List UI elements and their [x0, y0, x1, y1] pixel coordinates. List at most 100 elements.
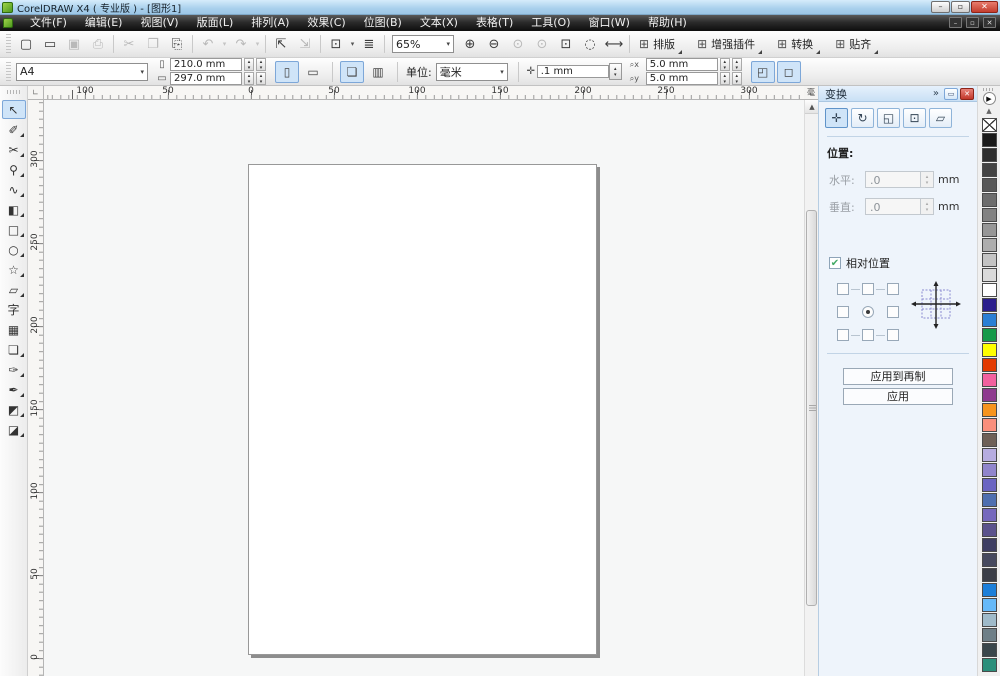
width-spinner-fine[interactable]: ▴▾	[256, 58, 266, 71]
facing-pages-button[interactable]: ▥	[366, 61, 390, 83]
zoom-tool[interactable]: ⚲	[2, 160, 26, 179]
color-swatch[interactable]	[982, 178, 997, 192]
anchor-top-right[interactable]	[887, 283, 899, 295]
vertical-scrollbar[interactable]: ▲	[804, 100, 818, 676]
zoom-to-width-icon[interactable]: ◌	[578, 33, 602, 55]
zoom-to-page-icon[interactable]: ⊡	[554, 33, 578, 55]
color-swatch[interactable]	[982, 568, 997, 582]
color-swatch[interactable]	[982, 208, 997, 222]
zoom-to-height-icon[interactable]: ⟷	[602, 33, 626, 55]
drawing-canvas[interactable]	[44, 100, 804, 676]
table-tool[interactable]: ▦	[2, 320, 26, 339]
cut-icon[interactable]: ✂	[117, 33, 141, 55]
scrollbar-thumb[interactable]	[806, 210, 817, 606]
duplicate-x-input[interactable]	[646, 58, 718, 71]
dup-y-spinner[interactable]: ▴▾	[720, 72, 730, 85]
restore-button[interactable]: ▫	[951, 1, 970, 13]
menu-item[interactable]: 位图(B)	[355, 15, 411, 31]
import-icon[interactable]: ⇱	[269, 33, 293, 55]
menu-item[interactable]: 表格(T)	[467, 15, 522, 31]
zoom-level-combo[interactable]: 65% ▾	[392, 35, 454, 53]
color-swatch[interactable]	[982, 343, 997, 357]
app-launcher-icon[interactable]: ⊡	[324, 33, 348, 55]
rotate-tab[interactable]: ↻	[851, 108, 874, 128]
redo-icon[interactable]: ↷	[229, 33, 253, 55]
shape-tool[interactable]: ✐	[2, 120, 26, 139]
menu-item[interactable]: 文件(F)	[21, 15, 76, 31]
zoom-to-all-icon[interactable]: ⊙	[530, 33, 554, 55]
blend-tool[interactable]: ❏	[2, 340, 26, 359]
color-swatch[interactable]	[982, 463, 997, 477]
color-swatch[interactable]	[982, 553, 997, 567]
separator[interactable]	[320, 35, 321, 53]
height-spinner[interactable]: ▴▾	[244, 72, 254, 85]
color-swatch[interactable]	[982, 538, 997, 552]
zoom-to-selection-icon[interactable]: ⊙	[506, 33, 530, 55]
plugins-button[interactable]: ⊞ 增强插件	[691, 33, 763, 55]
color-swatch[interactable]	[982, 328, 997, 342]
launcher-caret-icon[interactable]: ▾	[348, 33, 357, 55]
color-swatch[interactable]	[982, 223, 997, 237]
vertical-ruler[interactable]: 300250200150100500	[28, 100, 44, 676]
undo-caret-icon[interactable]: ▾	[220, 33, 229, 55]
color-swatch[interactable]	[982, 268, 997, 282]
menu-item[interactable]: 工具(O)	[522, 15, 579, 31]
smart-fill-tool[interactable]: ◧	[2, 200, 26, 219]
docker-collapse-icon[interactable]: »	[933, 88, 939, 99]
save-icon[interactable]: ▣	[62, 33, 86, 55]
no-color-swatch[interactable]	[982, 118, 997, 132]
color-swatch[interactable]	[982, 403, 997, 417]
units-combo[interactable]: 毫米 ▾	[436, 63, 508, 81]
apply-to-duplicate-button[interactable]: 应用到再制	[843, 368, 953, 385]
color-swatch[interactable]	[982, 658, 997, 672]
color-swatch[interactable]	[982, 238, 997, 252]
color-swatch[interactable]	[982, 358, 997, 372]
menu-item[interactable]: 窗口(W)	[580, 15, 639, 31]
skew-tab[interactable]: ▱	[929, 108, 952, 128]
eyedropper-tool[interactable]: ✑	[2, 360, 26, 379]
palette-scroll-up-button[interactable]: ▲	[983, 107, 996, 117]
minimize-button[interactable]: –	[931, 1, 950, 13]
redo-caret-icon[interactable]: ▾	[253, 33, 262, 55]
options-icon[interactable]: ≣	[357, 33, 381, 55]
color-swatch[interactable]	[982, 298, 997, 312]
layout-button[interactable]: ⊞ 排版	[633, 33, 683, 55]
horizontal-spinner[interactable]: ▴▾	[921, 171, 934, 188]
scale-mirror-tab[interactable]: ◱	[877, 108, 900, 128]
color-swatch[interactable]	[982, 133, 997, 147]
menu-item[interactable]: 帮助(H)	[639, 15, 696, 31]
snap-button[interactable]: ⊞ 贴齐	[829, 33, 879, 55]
width-spinner[interactable]: ▴▾	[244, 58, 254, 71]
dup-y-spinner-fine[interactable]: ▴▾	[732, 72, 742, 85]
color-swatch[interactable]	[982, 643, 997, 657]
separator[interactable]	[629, 35, 630, 53]
color-swatch[interactable]	[982, 583, 997, 597]
menu-item[interactable]: 编辑(E)	[76, 15, 132, 31]
horizontal-ruler[interactable]: 10050050100150200250300	[44, 86, 804, 100]
color-swatch[interactable]	[982, 373, 997, 387]
ellipse-tool[interactable]: ○	[2, 240, 26, 259]
doc-close-button[interactable]: ✕	[983, 17, 996, 28]
separator[interactable]	[192, 35, 193, 53]
apply-button[interactable]: 应用	[843, 388, 953, 405]
separator[interactable]	[113, 35, 114, 53]
docker-close-button[interactable]: ✕	[960, 88, 974, 100]
ruler-origin-icon[interactable]: ∟	[28, 86, 44, 100]
anchor-top-center[interactable]	[862, 283, 874, 295]
bounding-box-button[interactable]: ◻	[777, 61, 801, 83]
color-swatch[interactable]	[982, 598, 997, 612]
anchor-bottom-right[interactable]	[887, 329, 899, 341]
basic-shapes-tool[interactable]: ▱	[2, 280, 26, 299]
page-height-input[interactable]	[170, 72, 242, 85]
treat-as-filled-button[interactable]: ◰	[751, 61, 775, 83]
toolbar-grip[interactable]	[6, 34, 11, 54]
export-icon[interactable]: ⇲	[293, 33, 317, 55]
portrait-button[interactable]: ▯	[275, 61, 299, 83]
page-width-input[interactable]	[170, 58, 242, 71]
rectangle-tool[interactable]: □	[2, 220, 26, 239]
paper-size-combo[interactable]: A4 ▾	[16, 63, 148, 81]
position-tab[interactable]: ✛	[825, 108, 848, 128]
vertical-value[interactable]: .0	[865, 198, 921, 215]
text-tool[interactable]: 字	[2, 300, 26, 319]
zoom-out-icon[interactable]: ⊖	[482, 33, 506, 55]
